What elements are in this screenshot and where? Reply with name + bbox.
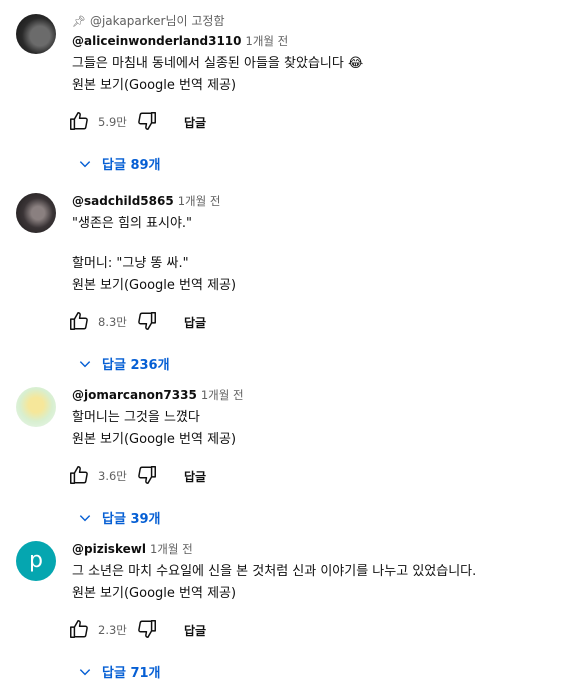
reply-button[interactable]: 답글 [184, 314, 206, 331]
pin-icon: 📌︎ [72, 15, 86, 28]
comment-body: 📌︎ @jakaparker님이 고정함 @aliceinwonderland31… [70, 12, 560, 176]
replies-count-label: 답글 89개 [102, 158, 161, 173]
pinned-text: @jakaparker님이 고정함 [89, 14, 225, 28]
reply-button[interactable]: 답글 [184, 114, 206, 131]
comment-header: @aliceinwonderland3110 1개월 전 [72, 32, 560, 50]
avatar[interactable] [16, 193, 56, 233]
thumbs-up-icon[interactable] [68, 310, 90, 332]
replies-count-label: 답글 39개 [102, 512, 161, 527]
comment-body: @sadchild5865 1개월 전 "생존은 힘의 표시야." 할머니: "그… [70, 192, 560, 376]
comment-time[interactable]: 1개월 전 [201, 388, 244, 402]
comment-time[interactable]: 1개월 전 [246, 34, 289, 48]
view-replies-button[interactable]: 답글 89개 [72, 152, 560, 176]
comment-time[interactable]: 1개월 전 [178, 194, 221, 208]
comment-actions: 3.6만 답글 [70, 464, 560, 488]
see-original-link[interactable]: 원본 보기(Google 번역 제공) [72, 276, 560, 296]
comment-actions: 5.9만 답글 [70, 110, 560, 134]
thumbs-down-icon[interactable] [136, 464, 158, 486]
author-name[interactable]: @piziskewl [72, 542, 146, 556]
comment-text: "생존은 힘의 표시야." 할머니: "그냥 똥 싸." [72, 216, 193, 271]
pinned-label: 📌︎ @jakaparker님이 고정함 [72, 12, 560, 30]
avatar-letter: p [29, 548, 43, 573]
see-original-link[interactable]: 원본 보기(Google 번역 제공) [72, 584, 560, 604]
thumbs-down-icon[interactable] [136, 618, 158, 640]
see-original-link[interactable]: 원본 보기(Google 번역 제공) [72, 76, 560, 96]
chevron-down-icon [79, 515, 91, 522]
like-count: 2.3만 [98, 623, 127, 637]
author-name[interactable]: @jomarcanon7335 [72, 388, 197, 402]
comment-header: @sadchild5865 1개월 전 [72, 192, 560, 210]
thumbs-down-icon[interactable] [136, 110, 158, 132]
reply-button[interactable]: 답글 [184, 622, 206, 639]
view-replies-button[interactable]: 답글 39개 [72, 506, 560, 530]
avatar[interactable] [16, 14, 56, 54]
like-count: 5.9만 [98, 115, 127, 129]
comment-actions: 2.3만 답글 [70, 618, 560, 642]
comment-text: 할머니는 그것을 느꼈다 [72, 410, 200, 425]
chevron-down-icon [79, 161, 91, 168]
avatar[interactable]: p [16, 541, 56, 581]
avatar[interactable] [16, 387, 56, 427]
chevron-down-icon [79, 669, 91, 676]
comment-header: @jomarcanon7335 1개월 전 [72, 386, 560, 404]
author-name[interactable]: @sadchild5865 [72, 194, 174, 208]
thumbs-down-icon[interactable] [136, 310, 158, 332]
thumbs-up-icon[interactable] [68, 110, 90, 132]
comment-body: @jomarcanon7335 1개월 전 할머니는 그것을 느꼈다 원본 보기(… [70, 386, 560, 530]
thumbs-up-icon[interactable] [68, 618, 90, 640]
comment-text: 그 소년은 마치 수요일에 신을 본 것처럼 신과 이야기를 나누고 있었습니다… [72, 564, 477, 579]
reply-button[interactable]: 답글 [184, 468, 206, 485]
like-count: 3.6만 [98, 469, 127, 483]
view-replies-button[interactable]: 답글 71개 [72, 660, 560, 684]
like-count: 8.3만 [98, 315, 127, 329]
see-original-link[interactable]: 원본 보기(Google 번역 제공) [72, 430, 560, 450]
author-name[interactable]: @aliceinwonderland3110 [72, 34, 242, 48]
comment-actions: 8.3만 답글 [70, 310, 560, 334]
replies-count-label: 답글 236개 [102, 358, 170, 373]
comment-time[interactable]: 1개월 전 [150, 542, 193, 556]
comment-text: 그들은 마침내 동네에서 실종된 아들을 찾았습니다 😂 [72, 56, 364, 71]
thumbs-up-icon[interactable] [68, 464, 90, 486]
chevron-down-icon [79, 361, 91, 368]
view-replies-button[interactable]: 답글 236개 [72, 352, 560, 376]
replies-count-label: 답글 71개 [102, 666, 161, 681]
comment-header: @piziskewl 1개월 전 [72, 540, 560, 558]
comment-body: @piziskewl 1개월 전 그 소년은 마치 수요일에 신을 본 것처럼 신… [70, 540, 560, 684]
